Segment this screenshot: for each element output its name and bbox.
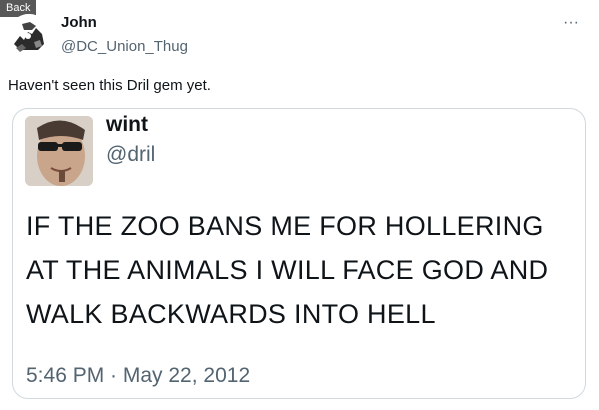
quoted-tweet-text: IF THE ZOO BANS ME FOR HOLLERING AT THE … — [26, 204, 576, 336]
profile-photo-icon — [25, 116, 93, 186]
quoted-tweet-timestamp[interactable]: 5:46 PM · May 22, 2012 — [26, 364, 250, 388]
quoted-tweet-card[interactable]: wint @dril IF THE ZOO BANS ME FOR HOLLER… — [12, 108, 586, 399]
quoted-author-name[interactable]: wint — [106, 113, 148, 137]
avatar-illustration-icon — [8, 14, 50, 56]
author-handle[interactable]: @DC_Union_Thug — [61, 38, 188, 55]
quoted-tweet-line: WALK BACKWARDS INTO HELL — [26, 299, 436, 329]
quoted-tweet-line: AT THE ANIMALS I WILL FACE GOD AND — [26, 255, 549, 285]
more-options-icon[interactable]: ··· — [563, 15, 579, 31]
author-avatar[interactable] — [8, 14, 50, 56]
quoted-tweet-line: IF THE ZOO BANS ME FOR HOLLERING — [26, 211, 544, 241]
quoted-author-handle[interactable]: @dril — [106, 143, 155, 167]
author-name[interactable]: John — [61, 14, 97, 31]
tweet-text: Haven't seen this Dril gem yet. — [8, 77, 211, 94]
quoted-author-avatar[interactable] — [25, 116, 93, 186]
